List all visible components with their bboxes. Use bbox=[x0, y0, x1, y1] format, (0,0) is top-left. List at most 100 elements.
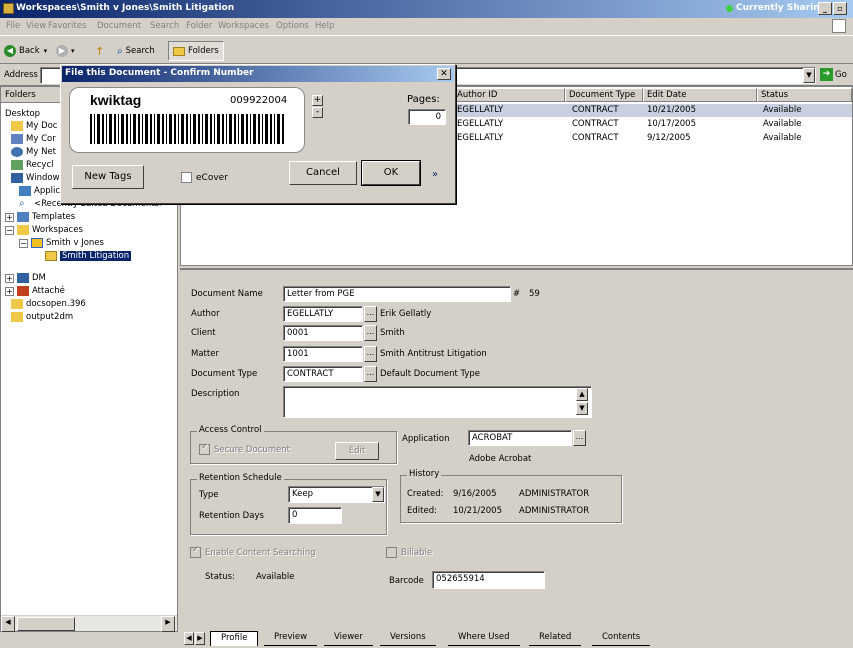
retention-type-select[interactable]: Keep bbox=[288, 486, 385, 503]
expand-icon[interactable]: + bbox=[5, 286, 14, 296]
table-row[interactable]: EGELLATLY CONTRACT 9/12/2005 Available bbox=[451, 132, 852, 145]
tree-item-my-documents[interactable]: My Doc bbox=[11, 121, 58, 131]
tree-item-smith-litigation[interactable]: Smith Litigation bbox=[45, 251, 132, 261]
menu-workspaces[interactable]: Workspaces bbox=[218, 21, 269, 31]
tree-item-attache[interactable]: + Attaché bbox=[5, 286, 65, 296]
pages-input[interactable]: 0 bbox=[408, 109, 446, 125]
tab-viewer[interactable]: Viewer bbox=[324, 631, 373, 646]
ecover-checkbox[interactable]: eCover bbox=[181, 172, 228, 183]
ok-button[interactable]: OK bbox=[362, 161, 420, 185]
collapse-icon[interactable]: − bbox=[5, 225, 14, 235]
description-scroll-down-icon[interactable]: ▼ bbox=[576, 402, 588, 415]
scroll-thumb[interactable] bbox=[17, 617, 75, 631]
author-input[interactable]: EGELLATLY bbox=[283, 306, 363, 322]
tree-item-workspaces[interactable]: − Workspaces bbox=[5, 225, 83, 235]
menu-search[interactable]: Search bbox=[150, 21, 179, 31]
tab-versions[interactable]: Versions bbox=[380, 631, 436, 646]
tree-item-output2dm[interactable]: output2dm bbox=[11, 312, 73, 322]
expand-chevron-icon[interactable]: » bbox=[432, 169, 438, 180]
search-button[interactable]: ⌕ Search bbox=[117, 43, 155, 59]
billable-checkbox[interactable]: Billable bbox=[386, 547, 432, 558]
description-scroll-up-icon[interactable]: ▲ bbox=[576, 388, 588, 401]
retention-days-input[interactable]: 0 bbox=[288, 507, 342, 524]
client-input[interactable]: 0001 bbox=[283, 325, 363, 341]
document-type-lookup-button[interactable]: ... bbox=[364, 366, 377, 382]
application-lookup-button[interactable]: ... bbox=[573, 430, 586, 446]
secure-document-checkbox[interactable]: ✓ Secure Document bbox=[199, 442, 290, 455]
tree-item-smith-v-jones[interactable]: − Smith v Jones bbox=[19, 238, 104, 248]
tabs-scroll-left-icon[interactable]: ◀ bbox=[184, 632, 194, 645]
expand-icon[interactable]: + bbox=[5, 273, 14, 283]
enable-content-searching-checkbox[interactable]: ✓ Enable Content Searching bbox=[190, 545, 316, 558]
maximize-button[interactable]: ▫ bbox=[833, 2, 847, 15]
folders-horizontal-scrollbar[interactable]: ◀ ▶ bbox=[1, 615, 177, 632]
forward-dropdown-icon[interactable]: ▾ bbox=[71, 47, 75, 55]
computer-icon bbox=[11, 134, 23, 144]
tabs-scroll-right-icon[interactable]: ▶ bbox=[195, 632, 205, 645]
tree-item-windows[interactable]: Window bbox=[11, 173, 60, 183]
back-dropdown-icon[interactable]: ▾ bbox=[44, 47, 48, 55]
tree-item-my-computer[interactable]: My Cor bbox=[11, 134, 56, 144]
recycle-bin-icon bbox=[11, 160, 23, 170]
menu-view[interactable]: View bbox=[26, 21, 46, 31]
tree-item-my-network[interactable]: My Net bbox=[11, 147, 56, 157]
table-row[interactable]: EGELLATLY CONTRACT 10/21/2005 Available bbox=[451, 104, 852, 117]
back-button[interactable]: ◀ Back ▾ bbox=[4, 43, 47, 59]
matter-input[interactable]: 1001 bbox=[283, 346, 363, 362]
tab-preview[interactable]: Preview bbox=[264, 631, 318, 646]
created-date: 9/16/2005 bbox=[453, 489, 497, 499]
go-label: Go bbox=[835, 69, 847, 80]
table-row[interactable]: EGELLATLY CONTRACT 10/17/2005 Available bbox=[451, 118, 852, 131]
barcode-input[interactable]: 052655914 bbox=[432, 571, 545, 589]
tree-item-recycle-bin[interactable]: Recycl bbox=[11, 160, 54, 170]
folders-button[interactable]: Folders bbox=[168, 41, 224, 61]
menu-folder[interactable]: Folder bbox=[186, 21, 212, 31]
go-button[interactable]: ➔ Go bbox=[820, 68, 847, 81]
client-lookup-button[interactable]: ... bbox=[364, 325, 377, 341]
document-type-input[interactable]: CONTRACT bbox=[283, 366, 363, 382]
author-lookup-button[interactable]: ... bbox=[364, 306, 377, 322]
tree-item-dm[interactable]: + DM bbox=[5, 273, 46, 283]
column-header-edit-date[interactable]: Edit Date bbox=[643, 88, 757, 102]
up-folder-icon: ↑ bbox=[95, 44, 105, 58]
edit-access-button[interactable]: Edit bbox=[335, 442, 379, 460]
menu-favorites[interactable]: Favorites bbox=[48, 21, 86, 31]
new-tags-button[interactable]: New Tags bbox=[72, 165, 144, 189]
author-full-name: Erik Gellatly bbox=[380, 309, 432, 319]
menu-file[interactable]: File bbox=[6, 21, 20, 31]
scroll-left-icon[interactable]: ◀ bbox=[1, 616, 15, 632]
tree-item-desktop[interactable]: Desktop bbox=[5, 109, 40, 119]
decrement-button[interactable]: - bbox=[312, 107, 323, 118]
cancel-button[interactable]: Cancel bbox=[289, 161, 357, 185]
forward-button[interactable]: ▶ ▾ bbox=[56, 43, 75, 59]
collapse-icon[interactable]: − bbox=[19, 238, 28, 248]
network-icon bbox=[11, 147, 23, 157]
expand-icon[interactable]: + bbox=[5, 212, 14, 222]
dialog-close-button[interactable]: ✕ bbox=[437, 68, 451, 80]
menu-options[interactable]: Options bbox=[276, 21, 309, 31]
tab-related[interactable]: Related bbox=[529, 631, 582, 646]
retention-type-dropdown-icon[interactable]: ▼ bbox=[372, 487, 384, 502]
minimize-button[interactable]: _ bbox=[818, 2, 832, 15]
application-input[interactable]: ACROBAT bbox=[468, 430, 572, 446]
address-dropdown-icon[interactable]: ▼ bbox=[803, 68, 815, 83]
column-header-author[interactable]: Author ID bbox=[453, 88, 565, 102]
column-header-status[interactable]: Status bbox=[757, 88, 852, 102]
sharing-status-icon bbox=[726, 5, 733, 12]
scroll-right-icon[interactable]: ▶ bbox=[161, 616, 175, 632]
menu-document[interactable]: Document bbox=[97, 21, 141, 31]
description-textarea[interactable] bbox=[283, 386, 592, 418]
tab-where-used[interactable]: Where Used bbox=[448, 631, 520, 646]
client-name: Smith bbox=[380, 328, 405, 338]
tab-contents[interactable]: Contents bbox=[592, 631, 651, 646]
tab-profile[interactable]: Profile bbox=[210, 631, 259, 646]
matter-lookup-button[interactable]: ... bbox=[364, 346, 377, 362]
attache-icon bbox=[17, 286, 29, 296]
increment-button[interactable]: + bbox=[312, 95, 323, 106]
tree-item-docsopen[interactable]: docsopen.396 bbox=[11, 299, 86, 309]
document-name-input[interactable]: Letter from PGE bbox=[283, 286, 511, 302]
tree-item-templates[interactable]: + Templates bbox=[5, 212, 75, 222]
up-folder-button[interactable]: ↑ bbox=[95, 43, 104, 59]
menu-help[interactable]: Help bbox=[315, 21, 334, 31]
column-header-document-type[interactable]: Document Type bbox=[565, 88, 643, 102]
